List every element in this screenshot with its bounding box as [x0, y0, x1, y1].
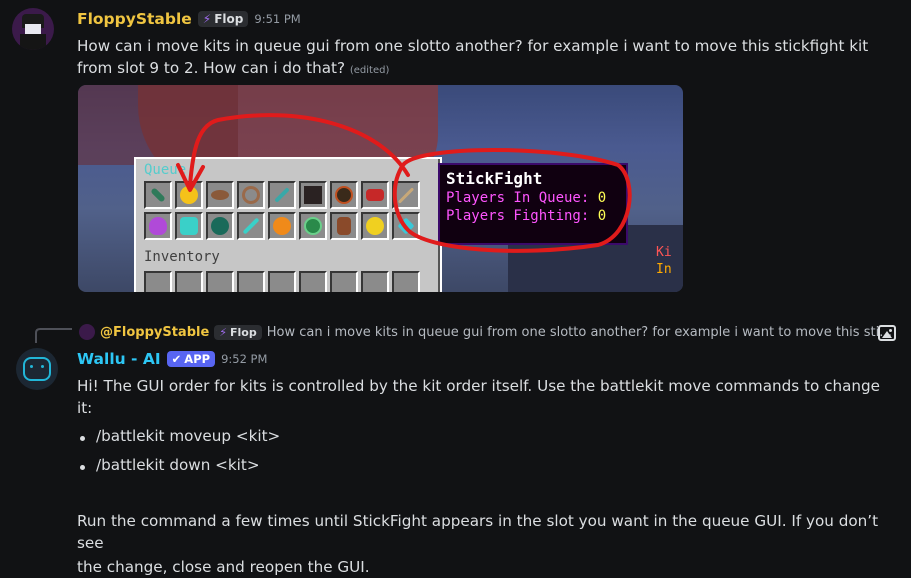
reply-tag-label: Flop	[230, 325, 257, 339]
bullet-dot	[80, 465, 85, 470]
edited-label: (edited)	[349, 65, 390, 76]
username-wallu[interactable]: Wallu - AI	[77, 350, 161, 368]
app-badge-label: APP	[184, 352, 211, 366]
message-timestamp: 9:52 PM	[221, 352, 268, 366]
reply-outro-line-1: Run the command a few times until StickF…	[77, 512, 879, 552]
message-timestamp: 9:51 PM	[254, 12, 301, 26]
lightning-icon: ⚡	[202, 12, 212, 26]
message-content: How can i move kits in queue gui from on…	[77, 35, 892, 82]
lightning-icon: ⚡	[219, 325, 228, 339]
image-attachment[interactable]: Ki In Queue Inventory StickFight Players…	[78, 85, 683, 292]
annotation-circle	[392, 148, 632, 253]
message-text: How can i move kits in queue gui from on…	[77, 37, 869, 77]
bullet-item-2: /battlekit down <kit>	[96, 456, 260, 474]
user-tag[interactable]: ⚡ Flop	[197, 11, 249, 27]
user-tag-label: Flop	[214, 12, 244, 26]
bullet-item-1: /battlekit moveup <kit>	[96, 427, 281, 445]
reply-connector	[35, 328, 72, 343]
reply-user-tag: ⚡ Flop	[214, 324, 262, 340]
bot-face-icon	[23, 357, 51, 381]
image-icon	[878, 325, 896, 341]
reply-outro: Run the command a few times until StickF…	[77, 510, 907, 578]
red-annotation	[176, 113, 632, 253]
checkmark-icon: ✔	[171, 352, 182, 366]
app-badge: ✔ APP	[166, 351, 216, 367]
annotation-arrow-path	[188, 113, 410, 187]
reply-avatar	[79, 324, 95, 340]
avatar-wallu[interactable]	[16, 348, 58, 390]
reply-outro-line-2: the change, close and reopen the GUI.	[77, 558, 370, 576]
reply-text: How can i move kits in queue gui from on…	[266, 324, 893, 340]
reply-username[interactable]: @FloppyStable	[100, 325, 209, 340]
bullet-dot	[80, 436, 85, 441]
reply-intro: Hi! The GUI order for kits is controlled…	[77, 377, 881, 417]
reply-connector-path	[35, 328, 72, 343]
reply-preview[interactable]: @FloppyStable ⚡ Flop How can i move kits…	[79, 324, 892, 340]
username-floppystable[interactable]: FloppyStable	[77, 10, 192, 28]
avatar-floppystable[interactable]	[12, 8, 54, 50]
